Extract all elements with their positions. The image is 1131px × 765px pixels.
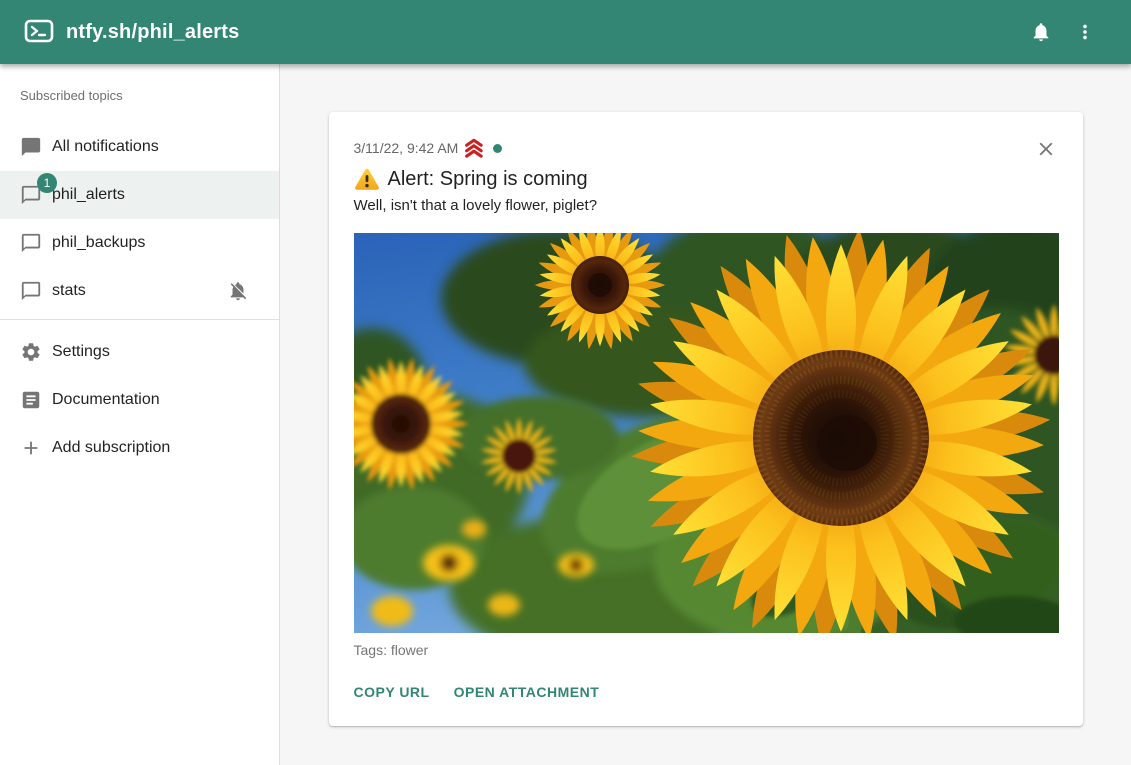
chat-bubble-filled-icon (20, 136, 42, 158)
sidebar: Subscribed topics All notifications 1 ph… (0, 64, 280, 765)
notification-timestamp: 3/11/22, 9:42 AM (354, 140, 459, 156)
attachment-image[interactable] (354, 233, 1059, 633)
close-notification-button[interactable] (1033, 136, 1059, 162)
sidebar-item-documentation[interactable]: Documentation (0, 376, 279, 424)
notification-meta: 3/11/22, 9:42 AM (354, 140, 1058, 156)
page-title: ntfy.sh/phil_alerts (66, 21, 239, 44)
chat-bubble-outline-icon: 1 (20, 184, 42, 206)
sidebar-item-label: Documentation (52, 391, 160, 409)
chat-bubble-outline-icon (20, 232, 42, 254)
ntfy-logo-icon (24, 19, 54, 45)
sidebar-item-all-notifications[interactable]: All notifications (0, 123, 279, 171)
bell-icon (1030, 21, 1052, 43)
notifications-off-icon (227, 280, 249, 302)
close-icon (1035, 138, 1057, 160)
plus-icon (20, 437, 42, 459)
article-icon (20, 389, 42, 411)
priority-max-icon (463, 138, 487, 158)
sidebar-item-add-subscription[interactable]: Add subscription (0, 424, 279, 472)
notification-title-row: Alert: Spring is coming (354, 166, 1058, 192)
sidebar-item-stats[interactable]: stats (0, 267, 279, 315)
sidebar-item-label: Add subscription (52, 439, 170, 457)
sidebar-item-label: stats (52, 282, 86, 300)
gear-icon (20, 341, 42, 363)
notification-card: 3/11/22, 9:42 AM (329, 112, 1083, 726)
sidebar-item-phil-backups[interactable]: phil_backups (0, 219, 279, 267)
sidebar-item-label: Settings (52, 343, 110, 361)
unread-count-badge: 1 (37, 173, 57, 193)
sidebar-item-label: All notifications (52, 138, 159, 156)
sidebar-item-phil-alerts[interactable]: 1 phil_alerts (0, 171, 279, 219)
copy-url-button[interactable]: COPY URL (354, 678, 430, 706)
main-content: 3/11/22, 9:42 AM (280, 64, 1131, 765)
subscribed-topics-label: Subscribed topics (0, 88, 279, 104)
kebab-menu-icon (1074, 21, 1096, 43)
sidebar-item-label: phil_backups (52, 234, 145, 252)
open-attachment-button[interactable]: OPEN ATTACHMENT (454, 678, 600, 706)
card-actions: COPY URL OPEN ATTACHMENT (354, 678, 1058, 706)
notification-tags: Tags: flower (354, 642, 1058, 658)
unread-dot (493, 144, 502, 153)
notifications-bell-button[interactable] (1019, 10, 1063, 54)
overflow-menu-button[interactable] (1063, 10, 1107, 54)
chat-bubble-outline-icon (20, 280, 42, 302)
notification-body: Well, isn't that a lovely flower, piglet… (354, 196, 1058, 216)
sidebar-divider (0, 319, 279, 320)
notification-title: Alert: Spring is coming (388, 166, 588, 192)
warning-triangle-icon (354, 167, 380, 191)
sidebar-item-settings[interactable]: Settings (0, 328, 279, 376)
app-bar: ntfy.sh/phil_alerts (0, 0, 1131, 64)
sidebar-item-label: phil_alerts (52, 186, 125, 204)
